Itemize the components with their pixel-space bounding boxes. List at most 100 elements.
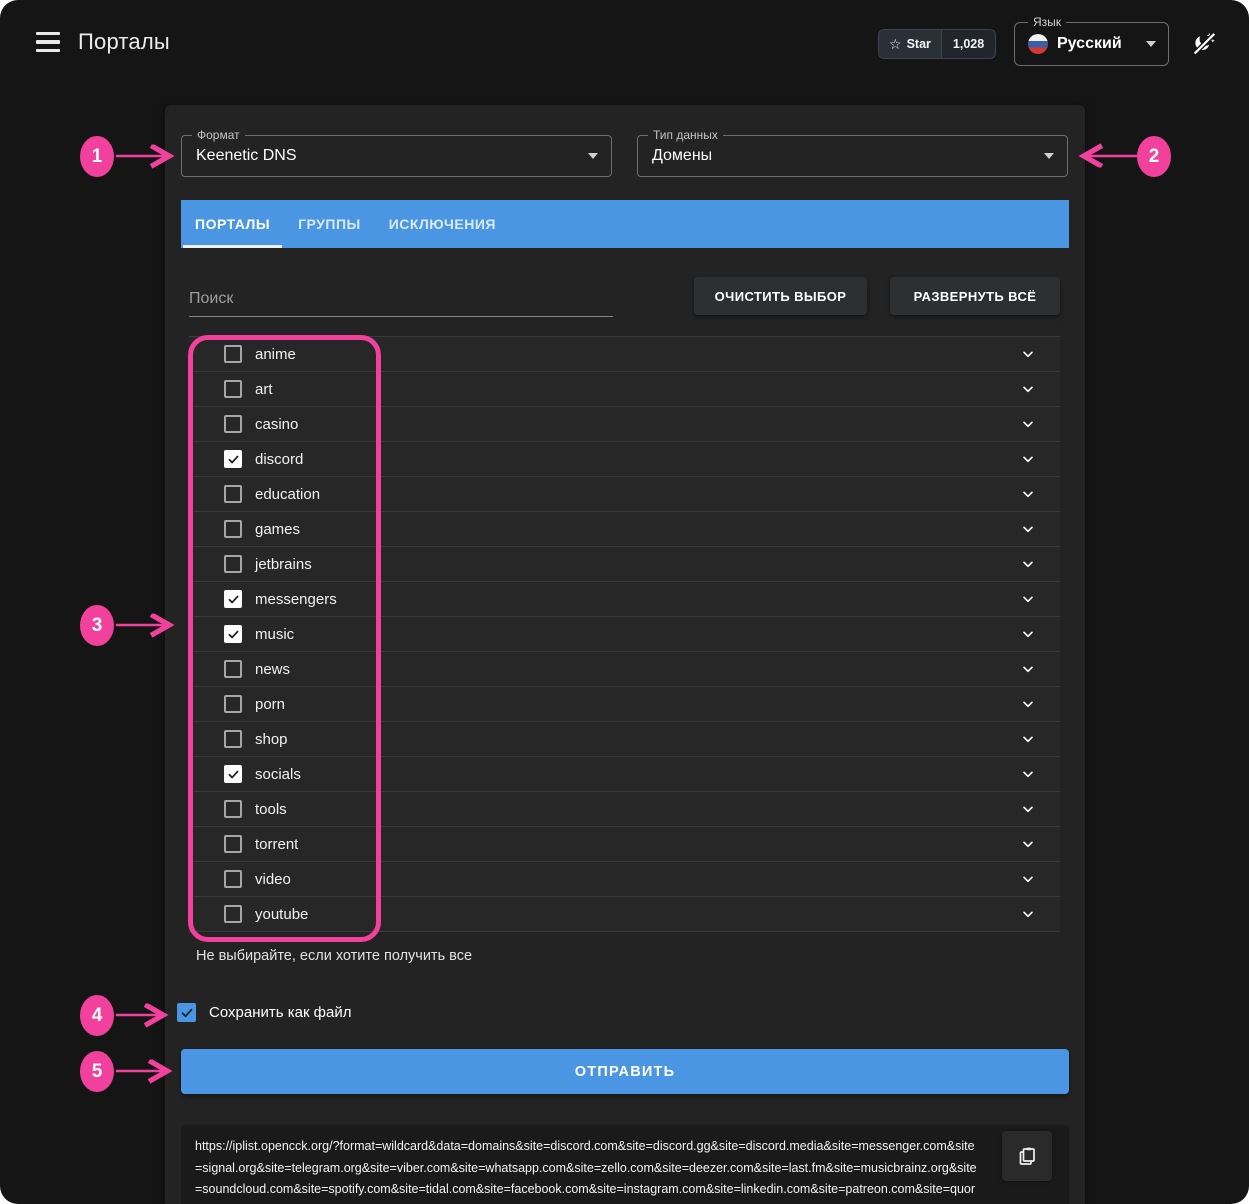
app-window: Порталы ☆ Star 1,028 Язык Русский Формат… (0, 0, 1249, 1204)
portal-row[interactable]: art (189, 372, 1060, 407)
tab-portals[interactable]: ПОРТАЛЫ (181, 200, 284, 248)
portal-row[interactable]: education (189, 477, 1060, 512)
portal-checkbox[interactable] (224, 555, 242, 573)
portal-checkbox[interactable] (224, 695, 242, 713)
search-input[interactable] (189, 282, 613, 317)
save-as-file-checkbox[interactable] (177, 1003, 196, 1022)
star-label: Star (907, 37, 931, 51)
page-title: Порталы (78, 29, 170, 55)
result-url-text[interactable]: https://iplist.opencck.org/?format=wildc… (195, 1136, 979, 1204)
portal-label: socials (255, 766, 301, 783)
portal-row[interactable]: discord (189, 442, 1060, 477)
chevron-down-icon[interactable] (1020, 381, 1036, 402)
github-star-badge[interactable]: ☆ Star 1,028 (878, 29, 996, 59)
chevron-down-icon[interactable] (1020, 626, 1036, 647)
tab-bar: ПОРТАЛЫ ГРУППЫ ИСКЛЮЧЕНИЯ (181, 200, 1069, 248)
tab-exclusions[interactable]: ИСКЛЮЧЕНИЯ (375, 200, 510, 248)
portal-checkbox[interactable] (224, 625, 242, 643)
portal-row[interactable]: messengers (189, 582, 1060, 617)
russian-flag-icon (1028, 34, 1048, 54)
data-type-select-value: Домены (652, 147, 712, 165)
portal-row[interactable]: porn (189, 687, 1060, 722)
portal-form-card: Формат Keenetic DNS Тип данных Домены ПО… (165, 105, 1085, 1204)
portal-row[interactable]: torrent (189, 827, 1060, 862)
portal-checkbox[interactable] (224, 415, 242, 433)
portal-label: discord (255, 451, 303, 468)
chevron-down-icon[interactable] (1020, 451, 1036, 472)
copy-icon (1015, 1144, 1039, 1168)
annotation-badge-2: 2 (1137, 136, 1171, 177)
save-as-file-label: Сохранить как файл (209, 1004, 352, 1021)
chevron-down-icon[interactable] (1020, 521, 1036, 542)
chevron-down-icon[interactable] (1020, 906, 1036, 927)
star-icon: ☆ (889, 37, 902, 51)
portal-label: games (255, 521, 300, 538)
portal-label: anime (255, 346, 296, 363)
portal-row[interactable]: music (189, 617, 1060, 652)
format-select[interactable]: Формат Keenetic DNS (181, 135, 612, 177)
portal-checkbox[interactable] (224, 590, 242, 608)
tab-groups[interactable]: ГРУППЫ (284, 200, 375, 248)
annotation-badge-5: 5 (80, 1051, 114, 1092)
chevron-down-icon[interactable] (1020, 416, 1036, 437)
portal-checkbox[interactable] (224, 800, 242, 818)
format-select-label: Формат (192, 128, 245, 142)
portal-checkbox[interactable] (224, 380, 242, 398)
star-count[interactable]: 1,028 (941, 30, 995, 58)
checkmark-icon (227, 453, 240, 466)
menu-button[interactable] (36, 32, 60, 52)
portal-label: shop (255, 731, 288, 748)
portal-row[interactable]: jetbrains (189, 547, 1060, 582)
portal-checkbox[interactable] (224, 345, 242, 363)
chevron-down-icon[interactable] (1020, 871, 1036, 892)
portal-checkbox[interactable] (224, 765, 242, 783)
chevron-down-icon[interactable] (1020, 836, 1036, 857)
portal-row[interactable]: youtube (189, 897, 1060, 932)
portal-row[interactable]: games (189, 512, 1060, 547)
portal-row[interactable]: anime (189, 337, 1060, 372)
portal-label: porn (255, 696, 285, 713)
portal-label: music (255, 626, 294, 643)
portal-checkbox[interactable] (224, 870, 242, 888)
annotation-badge-3: 3 (80, 605, 114, 646)
portal-row[interactable]: casino (189, 407, 1060, 442)
expand-all-button[interactable]: РАЗВЕРНУТЬ ВСЁ (890, 277, 1060, 315)
portal-checkbox[interactable] (224, 660, 242, 678)
portal-label: art (255, 381, 273, 398)
caret-down-icon (1044, 153, 1054, 159)
chevron-down-icon[interactable] (1020, 801, 1036, 822)
portal-row[interactable]: socials (189, 757, 1060, 792)
save-as-file-option[interactable]: Сохранить как файл (177, 1003, 352, 1022)
portal-checkbox[interactable] (224, 520, 242, 538)
chevron-down-icon[interactable] (1020, 766, 1036, 787)
chevron-down-icon[interactable] (1020, 556, 1036, 577)
chevron-down-icon[interactable] (1020, 696, 1036, 717)
chevron-down-icon[interactable] (1020, 346, 1036, 367)
chevron-down-icon[interactable] (1020, 661, 1036, 682)
caret-down-icon (1146, 41, 1156, 47)
portal-checkbox[interactable] (224, 835, 242, 853)
submit-button[interactable]: ОТПРАВИТЬ (181, 1049, 1069, 1094)
portal-row[interactable]: news (189, 652, 1060, 687)
theme-toggle-button[interactable] (1188, 27, 1220, 59)
star-button[interactable]: ☆ Star (879, 30, 941, 58)
portal-checkbox[interactable] (224, 450, 242, 468)
portal-row[interactable]: tools (189, 792, 1060, 827)
portal-row[interactable]: video (189, 862, 1060, 897)
language-select[interactable]: Язык Русский (1014, 22, 1169, 66)
annotation-badge-4: 4 (80, 995, 114, 1036)
chevron-down-icon[interactable] (1020, 486, 1036, 507)
chevron-down-icon[interactable] (1020, 591, 1036, 612)
data-type-select[interactable]: Тип данных Домены (637, 135, 1068, 177)
copy-url-button[interactable] (1002, 1131, 1052, 1181)
portal-checkbox[interactable] (224, 485, 242, 503)
portal-row[interactable]: shop (189, 722, 1060, 757)
checkmark-icon (227, 768, 240, 781)
portal-label: casino (255, 416, 298, 433)
moon-stars-slashed-icon (1190, 29, 1218, 57)
hint-text: Не выбирайте, если хотите получить все (196, 948, 472, 964)
clear-selection-button[interactable]: ОЧИСТИТЬ ВЫБОР (694, 277, 867, 315)
portal-checkbox[interactable] (224, 905, 242, 923)
portal-checkbox[interactable] (224, 730, 242, 748)
chevron-down-icon[interactable] (1020, 731, 1036, 752)
